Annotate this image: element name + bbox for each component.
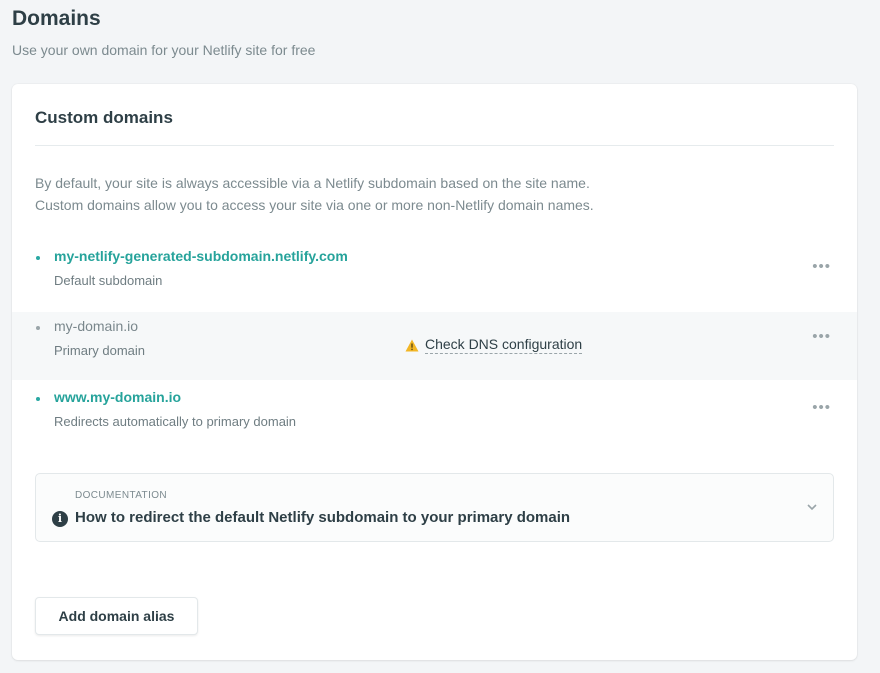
domain-row-default: my-netlify-generated-subdomain.netlify.c…: [12, 242, 857, 310]
documentation-label: DOCUMENTATION: [75, 490, 168, 501]
warning-icon: [405, 339, 419, 351]
bullet-icon: [36, 397, 40, 401]
documentation-accordion[interactable]: DOCUMENTATION i How to redirect the defa…: [35, 473, 834, 542]
domain-link-www[interactable]: www.my-domain.io: [54, 389, 181, 405]
bullet-icon: [36, 256, 40, 260]
info-icon: i: [52, 511, 68, 527]
more-options-icon[interactable]: •••: [812, 329, 831, 344]
custom-domains-card: Custom domains By default, your site is …: [12, 84, 857, 660]
domain-subtitle: Primary domain: [54, 343, 146, 358]
documentation-title: How to redirect the default Netlify subd…: [75, 509, 571, 526]
page-header: Domains Use your own domain for your Net…: [12, 6, 315, 58]
domain-subtitle: Default subdomain: [54, 273, 163, 288]
more-options-icon[interactable]: •••: [812, 259, 831, 274]
card-divider: [35, 145, 834, 146]
domain-row-www: www.my-domain.io Redirects automatically…: [12, 383, 857, 451]
card-title: Custom domains: [35, 108, 173, 127]
check-dns-link[interactable]: Check DNS configuration: [425, 336, 583, 354]
more-options-icon[interactable]: •••: [812, 400, 831, 415]
domain-row-primary: my-domain.io Primary domain Check DNS co…: [12, 312, 857, 380]
domain-name-primary: my-domain.io: [54, 318, 139, 334]
page-subtitle: Use your own domain for your Netlify sit…: [12, 42, 316, 58]
page-title: Domains: [12, 7, 101, 30]
description-line-2: Custom domains allow you to access your …: [35, 197, 594, 213]
domain-link-default[interactable]: my-netlify-generated-subdomain.netlify.c…: [54, 248, 348, 264]
card-description: By default, your site is always accessib…: [35, 172, 594, 216]
dns-warning: Check DNS configuration: [405, 336, 583, 354]
bullet-icon: [36, 326, 40, 330]
description-line-1: By default, your site is always accessib…: [35, 175, 590, 191]
chevron-down-icon[interactable]: [807, 502, 817, 512]
domain-subtitle: Redirects automatically to primary domai…: [54, 414, 297, 429]
add-domain-alias-button[interactable]: Add domain alias: [35, 597, 198, 635]
